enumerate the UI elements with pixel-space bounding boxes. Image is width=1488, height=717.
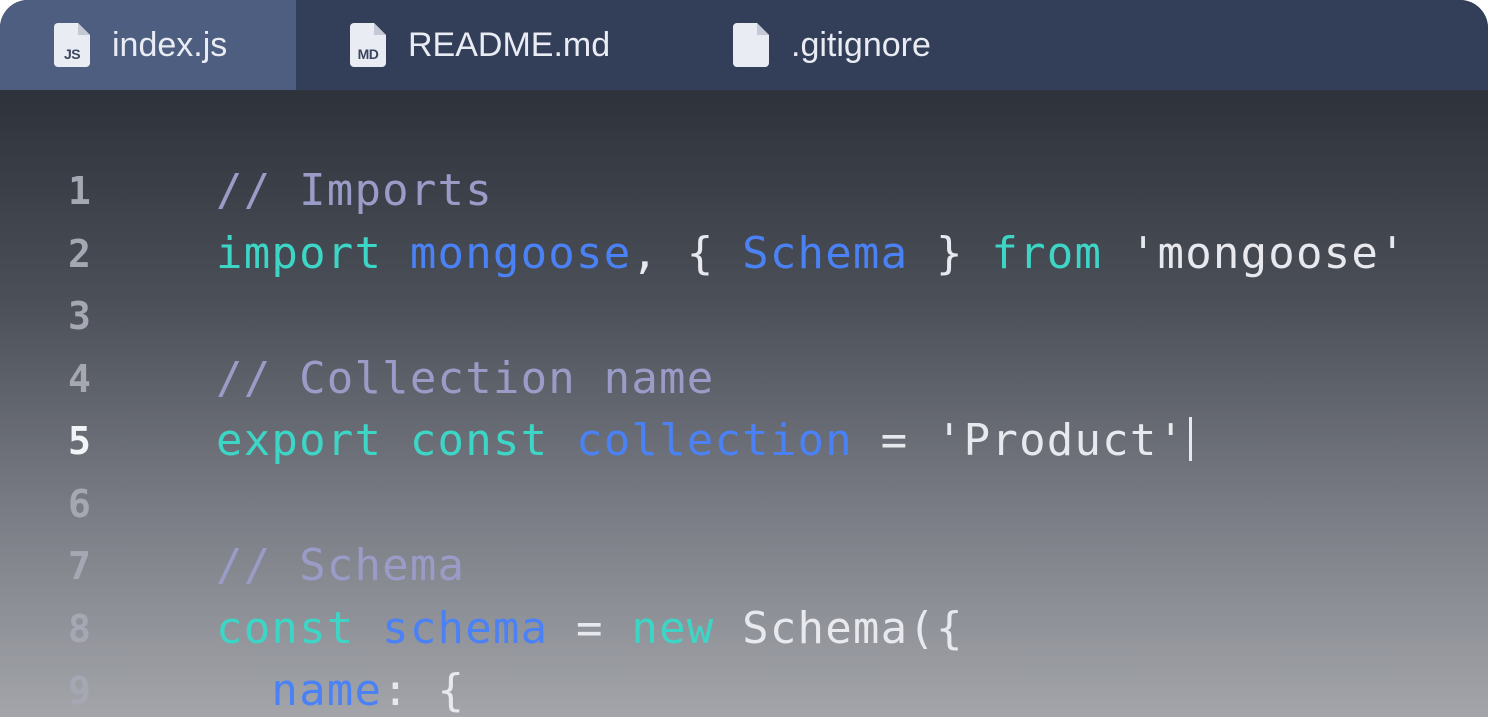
- code-token-plain: : {: [382, 665, 466, 716]
- js-badge: JS: [63, 46, 81, 62]
- code-line[interactable]: 2 import mongoose, { Schema } from 'mongo…: [0, 223, 1488, 286]
- markdown-file-icon: MD: [350, 23, 386, 67]
- line-number: 2: [68, 231, 91, 276]
- code-text: // Imports: [216, 160, 493, 223]
- code-area[interactable]: 1 // Imports 2 import mongoose, { Schema } …: [0, 160, 1488, 717]
- code-token-identifier: name: [271, 665, 383, 716]
- code-token-keyword: from: [991, 227, 1103, 279]
- line-number: 7: [68, 544, 91, 588]
- code-token-plain: Schema({: [714, 602, 964, 654]
- tab-label: index.js: [112, 25, 228, 64]
- tab-label: README.md: [408, 25, 611, 64]
- code-token-identifier: Schema: [742, 227, 909, 279]
- tab-bar: JS index.js MD README.md .gitignore: [0, 0, 1488, 90]
- code-line[interactable]: 5 export const collection = 'Product': [0, 410, 1488, 473]
- code-text: import mongoose, { Schema } from 'mongoo…: [216, 223, 1407, 286]
- code-token-plain: =: [548, 602, 632, 654]
- line-number: 3: [68, 294, 91, 338]
- code-token-identifier: mongoose: [409, 227, 632, 279]
- code-text: // Schema: [216, 535, 465, 598]
- code-token-plain: , {: [631, 227, 743, 279]
- code-text: const schema = new Schema({: [216, 598, 964, 661]
- line-number: 5: [68, 419, 91, 463]
- tab-readme-md[interactable]: MD README.md: [350, 0, 610, 90]
- code-token-comment: // Imports: [216, 165, 493, 216]
- code-line[interactable]: 4 // Collection name: [0, 348, 1488, 411]
- md-badge: MD: [357, 46, 379, 62]
- code-token-keyword: const: [409, 415, 549, 466]
- code-line[interactable]: 8 const schema = new Schema({: [0, 598, 1488, 661]
- line-number: 9: [68, 669, 91, 713]
- line-number: 4: [68, 356, 91, 401]
- code-text: export const collection = 'Product': [216, 410, 1193, 473]
- code-token-plain: = 'Product': [852, 415, 1186, 466]
- code-token-keyword: const: [216, 602, 355, 654]
- text-cursor: [1189, 417, 1193, 461]
- line-number: 6: [68, 481, 91, 526]
- tab-index-js[interactable]: JS index.js: [0, 0, 296, 90]
- code-line[interactable]: 3: [0, 285, 1488, 348]
- code-token-identifier: schema: [382, 602, 549, 654]
- file-icon: [733, 23, 769, 67]
- code-text: name: {: [216, 660, 465, 717]
- code-token-comment: // Collection name: [216, 352, 715, 404]
- code-token-keyword: new: [631, 602, 715, 654]
- line-number: 8: [68, 606, 91, 651]
- js-file-icon: JS: [54, 23, 90, 67]
- line-number: 1: [68, 169, 91, 213]
- code-token-comment: // Schema: [216, 540, 466, 591]
- code-token-identifier: collection: [576, 415, 853, 466]
- code-editor-window: JS index.js MD README.md .gitignore 1 // …: [0, 0, 1488, 717]
- tab-gitignore[interactable]: .gitignore: [733, 0, 931, 90]
- code-line[interactable]: 1 // Imports: [0, 160, 1488, 223]
- code-text: // Collection name: [216, 348, 714, 411]
- code-token-plain: 'mongoose': [1102, 227, 1407, 279]
- code-token-keyword: export: [216, 415, 383, 466]
- tab-label: .gitignore: [791, 25, 931, 64]
- code-token-plain: }: [908, 227, 992, 279]
- code-line[interactable]: 9 name: {: [0, 660, 1488, 717]
- code-line[interactable]: 7 // Schema: [0, 535, 1488, 598]
- code-token-keyword: import: [216, 227, 383, 279]
- code-line[interactable]: 6: [0, 473, 1488, 536]
